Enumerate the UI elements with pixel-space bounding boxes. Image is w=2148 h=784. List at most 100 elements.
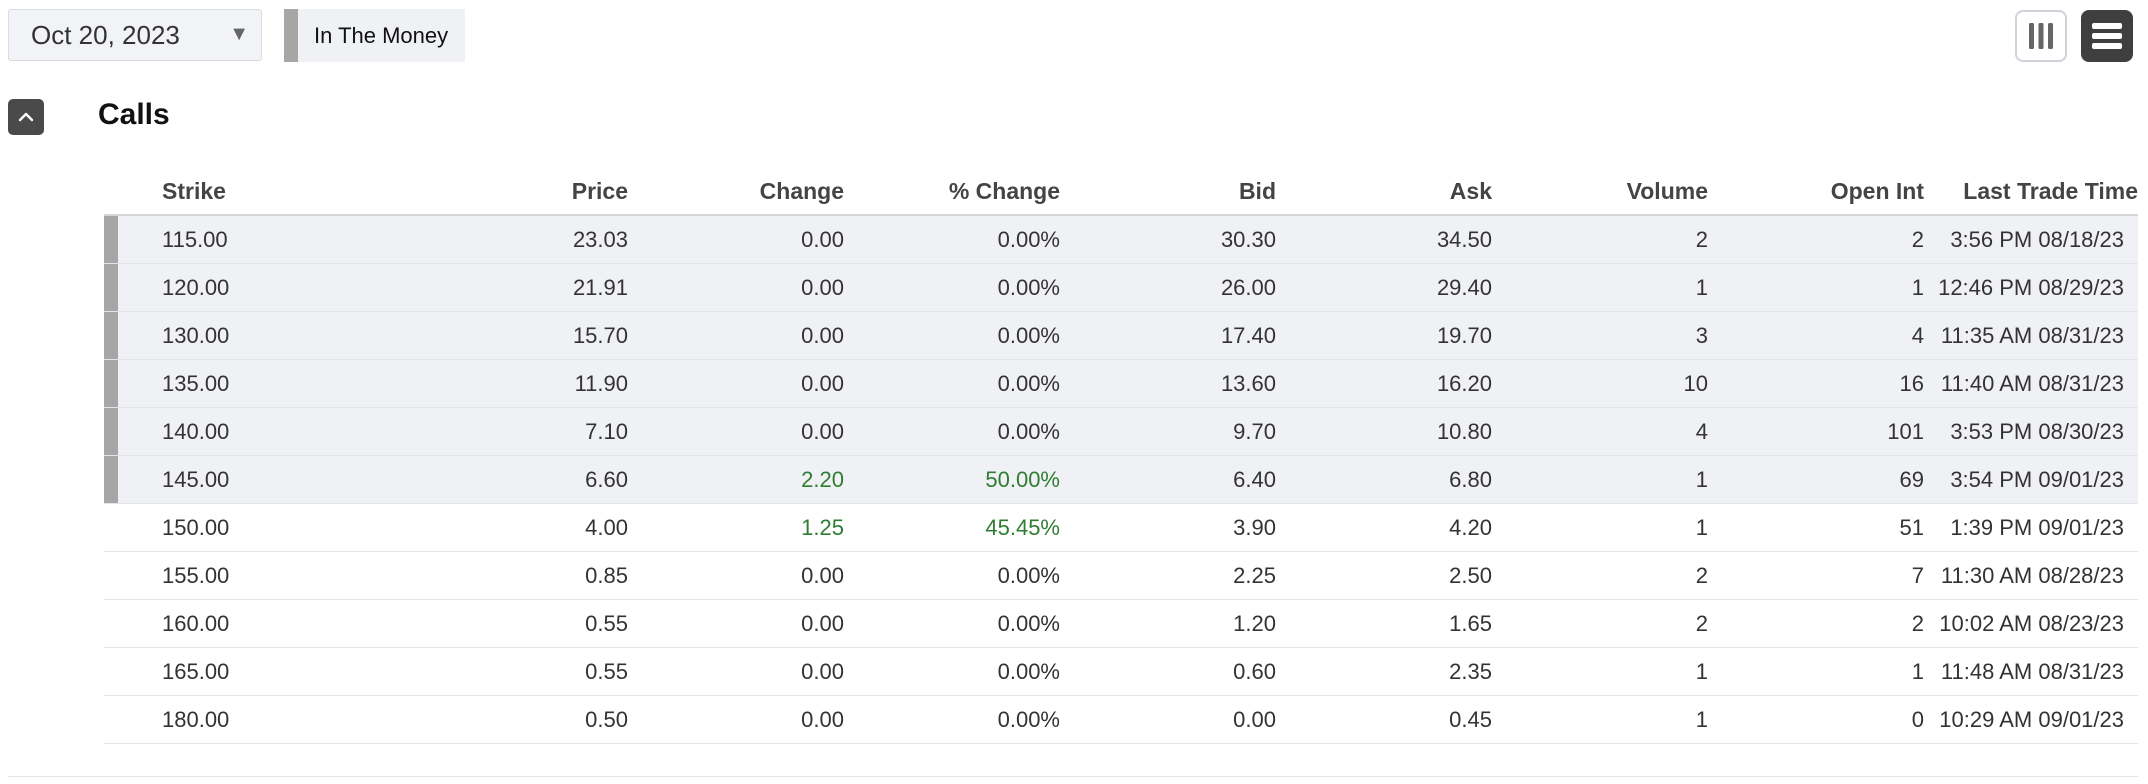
expiration-date-select[interactable]: Oct 20, 2023 ▼ — [8, 9, 262, 61]
bid-cell: 3.90 — [1233, 514, 1276, 540]
last-trade-time-cell: 3:54 PM 09/01/23 — [1950, 466, 2124, 492]
price-cell: 0.55 — [585, 658, 628, 684]
strike-cell: 180.00 — [162, 706, 230, 732]
in-the-money-label: In The Money — [314, 22, 449, 48]
open-int-cell: 7 — [1911, 562, 1924, 588]
pct-change-cell: 0.00% — [997, 226, 1060, 252]
column-header-pct-change[interactable]: % Change — [949, 168, 1060, 214]
table-row[interactable]: 140.00 7.10 0.00 0.00% 9.70 10.80 4 101 3:53 PM … — [104, 408, 2138, 456]
last-trade-time-cell: 11:40 AM 08/31/23 — [1940, 370, 2124, 396]
list-view-icon — [2092, 23, 2122, 49]
price-cell: 0.55 — [585, 610, 628, 636]
volume-cell: 1 — [1695, 514, 1708, 540]
pct-change-cell: 0.00% — [997, 418, 1060, 444]
caret-down-icon: ▼ — [229, 23, 249, 45]
price-cell: 7.10 — [585, 418, 628, 444]
open-int-cell: 2 — [1911, 610, 1924, 636]
strike-cell: 150.00 — [162, 514, 230, 540]
column-header-bid[interactable]: Bid — [1239, 168, 1276, 214]
price-cell: 21.91 — [572, 274, 628, 300]
volume-cell: 1 — [1695, 466, 1708, 492]
ask-cell: 10.80 — [1436, 418, 1492, 444]
volume-cell: 1 — [1695, 658, 1708, 684]
in-the-money-swatch — [284, 9, 298, 62]
strike-cell: 130.00 — [162, 322, 230, 348]
bid-cell: 9.70 — [1233, 418, 1276, 444]
price-cell: 4.00 — [585, 514, 628, 540]
strike-cell: 135.00 — [162, 370, 230, 396]
pct-change-cell: 0.00% — [997, 610, 1060, 636]
change-cell: 0.00 — [801, 226, 844, 252]
pct-change-cell: 0.00% — [997, 562, 1060, 588]
strike-cell: 155.00 — [162, 562, 230, 588]
change-cell: 2.20 — [801, 466, 844, 492]
last-trade-time-cell: 10:02 AM 08/23/23 — [1939, 610, 2124, 636]
price-cell: 15.70 — [572, 322, 628, 348]
pct-change-cell: 45.45% — [985, 514, 1060, 540]
pct-change-cell: 0.00% — [997, 706, 1060, 732]
pct-change-cell: 0.00% — [997, 370, 1060, 396]
table-row[interactable]: 180.00 0.50 0.00 0.00% 0.00 0.45 1 0 10:29 AM 09… — [104, 696, 2138, 744]
bid-cell: 0.00 — [1233, 706, 1276, 732]
volume-cell: 1 — [1695, 274, 1708, 300]
ask-cell: 0.45 — [1449, 706, 1492, 732]
strike-cell: 145.00 — [162, 466, 230, 492]
last-trade-time-cell: 10:29 AM 09/01/23 — [1939, 706, 2124, 732]
ask-cell: 2.35 — [1449, 658, 1492, 684]
strike-cell: 140.00 — [162, 418, 230, 444]
table-row[interactable]: 165.00 0.55 0.00 0.00% 0.60 2.35 1 1 11:48 AM 08… — [104, 648, 2138, 696]
last-trade-time-cell: 12:46 PM 08/29/23 — [1938, 274, 2124, 300]
column-header-strike[interactable]: Strike — [162, 168, 226, 214]
calls-table: Strike Price Change % Change Bid Ask Vol… — [104, 168, 2138, 744]
columns-view-button[interactable] — [2015, 10, 2067, 62]
section-title: Calls — [98, 98, 170, 131]
pct-change-cell: 50.00% — [985, 466, 1060, 492]
table-row[interactable]: 120.00 21.91 0.00 0.00% 26.00 29.40 1 1 12:46 PM… — [104, 264, 2138, 312]
pct-change-cell: 0.00% — [997, 658, 1060, 684]
volume-cell: 1 — [1695, 706, 1708, 732]
open-int-cell: 2 — [1911, 226, 1924, 252]
column-header-open-int[interactable]: Open Int — [1831, 168, 1924, 214]
column-header-ask[interactable]: Ask — [1450, 168, 1492, 214]
change-cell: 0.00 — [801, 274, 844, 300]
open-int-cell: 1 — [1911, 274, 1924, 300]
list-view-button[interactable] — [2081, 10, 2133, 62]
ask-cell: 1.65 — [1449, 610, 1492, 636]
volume-cell: 4 — [1695, 418, 1708, 444]
price-cell: 23.03 — [572, 226, 628, 252]
bid-cell: 0.60 — [1233, 658, 1276, 684]
table-row[interactable]: 130.00 15.70 0.00 0.00% 17.40 19.70 3 4 11:35 AM… — [104, 312, 2138, 360]
ask-cell: 4.20 — [1449, 514, 1492, 540]
strike-cell: 165.00 — [162, 658, 230, 684]
column-header-last-trade-time[interactable]: Last Trade Time — [1963, 168, 2138, 214]
table-body: 115.00 23.03 0.00 0.00% 30.30 34.50 2 2 3:56 PM … — [104, 216, 2138, 744]
strike-cell: 120.00 — [162, 274, 230, 300]
ask-cell: 19.70 — [1436, 322, 1492, 348]
table-row[interactable]: 155.00 0.85 0.00 0.00% 2.25 2.50 2 7 11:30 AM 08… — [104, 552, 2138, 600]
bid-cell: 13.60 — [1220, 370, 1276, 396]
volume-cell: 2 — [1695, 610, 1708, 636]
volume-cell: 10 — [1683, 370, 1708, 396]
columns-view-icon — [2029, 23, 2053, 49]
table-row[interactable]: 135.00 11.90 0.00 0.00% 13.60 16.20 10 16 11:40 … — [104, 360, 2138, 408]
collapse-calls-button[interactable] — [8, 99, 44, 135]
expiration-date-value: Oct 20, 2023 — [31, 19, 180, 50]
last-trade-time-cell: 3:56 PM 08/18/23 — [1950, 226, 2124, 252]
price-cell: 11.90 — [574, 370, 628, 396]
change-cell: 0.00 — [801, 322, 844, 348]
column-header-change[interactable]: Change — [760, 168, 844, 214]
ask-cell: 16.20 — [1436, 370, 1492, 396]
table-row[interactable]: 115.00 23.03 0.00 0.00% 30.30 34.50 2 2 3:56 PM … — [104, 216, 2138, 264]
open-int-cell: 69 — [1899, 466, 1924, 492]
column-header-volume[interactable]: Volume — [1627, 168, 1708, 214]
table-row[interactable]: 145.00 6.60 2.20 50.00% 6.40 6.80 1 69 3:54 PM 0… — [104, 456, 2138, 504]
table-row[interactable]: 150.00 4.00 1.25 45.45% 3.90 4.20 1 51 1:39 PM 0… — [104, 504, 2138, 552]
change-cell: 0.00 — [801, 610, 844, 636]
column-header-price[interactable]: Price — [572, 168, 628, 214]
pct-change-cell: 0.00% — [997, 322, 1060, 348]
table-row[interactable]: 160.00 0.55 0.00 0.00% 1.20 1.65 2 2 10:02 AM 08… — [104, 600, 2138, 648]
last-trade-time-cell: 11:30 AM 08/28/23 — [1940, 562, 2124, 588]
volume-cell: 3 — [1695, 322, 1708, 348]
open-int-cell: 51 — [1899, 514, 1924, 540]
price-cell: 0.50 — [585, 706, 628, 732]
